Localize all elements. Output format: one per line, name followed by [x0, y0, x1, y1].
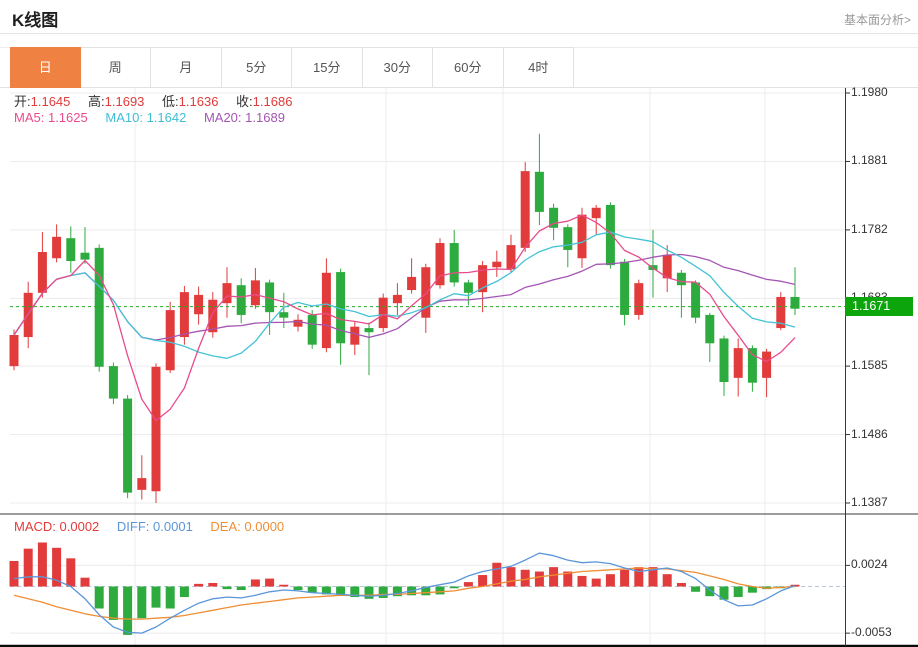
tab-60min[interactable]: 60分: [433, 47, 504, 88]
tab-30min[interactable]: 30分: [363, 47, 434, 88]
low-label: 低:: [162, 94, 179, 109]
close-value: 1.1686: [253, 94, 293, 109]
tab-5min[interactable]: 5分: [222, 47, 293, 88]
close-label: 收:: [236, 94, 253, 109]
high-label: 高:: [88, 94, 105, 109]
low-value: 1.1636: [179, 94, 219, 109]
y-axis-label: 1.1782: [851, 222, 888, 236]
tab-15min[interactable]: 15分: [292, 47, 363, 88]
ohlc-info-row: 开:1.1645 高:1.1693 低:1.1636 收:1.1686: [14, 91, 306, 110]
y-axis-label: 1.1881: [851, 153, 888, 167]
tab-month[interactable]: 月: [151, 47, 222, 88]
period-tabs: 日 周 月 5分 15分 30分 60分 4时: [10, 47, 574, 88]
tab-4hour[interactable]: 4时: [504, 47, 575, 88]
y-axis-label: 1.1486: [851, 427, 888, 441]
ma5-legend: MA5: 1.1625: [14, 110, 88, 125]
diff-legend: DIFF: 0.0001: [117, 519, 193, 534]
high-value: 1.1693: [105, 94, 145, 109]
y-axis-label: 1.1585: [851, 358, 888, 372]
dea-legend: DEA: 0.0000: [210, 519, 284, 534]
y-axis-label: -0.0053: [851, 625, 892, 639]
open-value: 1.1645: [31, 94, 71, 109]
last-price-badge: 1.1671: [845, 297, 913, 316]
open-label: 开:: [14, 94, 31, 109]
ma10-legend: MA10: 1.1642: [105, 110, 186, 125]
y-axis-label: 1.1980: [851, 85, 888, 99]
tab-week[interactable]: 周: [81, 47, 152, 88]
tab-day[interactable]: 日: [10, 47, 81, 88]
ma-info-row: MA5: 1.1625 MA10: 1.1642 MA20: 1.1689: [14, 110, 299, 125]
macd-legend: MACD: 0.0002: [14, 519, 99, 534]
ma20-legend: MA20: 1.1689: [204, 110, 285, 125]
y-axis-label: 0.0024: [851, 557, 888, 571]
macd-info-row: MACD: 0.0002 DIFF: 0.0001 DEA: 0.0000: [14, 519, 298, 534]
y-axis-label: 1.1387: [851, 495, 888, 509]
